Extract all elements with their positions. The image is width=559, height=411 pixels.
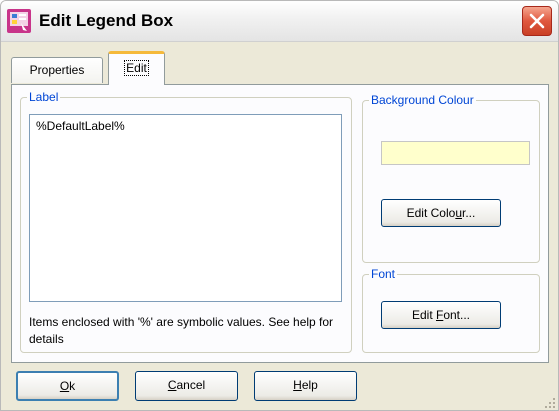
tab-properties[interactable]: Properties xyxy=(11,57,103,83)
edit-font-label-prefix: Edit xyxy=(411,308,436,322)
colour-swatch xyxy=(381,141,530,165)
font-group: Font Edit Font... xyxy=(362,267,540,353)
label-hint-text: Items enclosed with '%' are symbolic val… xyxy=(29,315,334,346)
tab-edit[interactable]: Edit xyxy=(108,51,165,85)
cancel-label-rest: ancel xyxy=(176,378,206,392)
help-label-rest: elp xyxy=(301,378,318,392)
edit-colour-button[interactable]: Edit Colour... xyxy=(381,199,501,227)
label-group-title: Label xyxy=(27,90,61,104)
background-colour-title: Background Colour xyxy=(369,93,476,107)
ok-button[interactable]: Ok xyxy=(16,371,119,401)
title-bar[interactable]: Edit Legend Box xyxy=(1,1,558,42)
help-button[interactable]: Help xyxy=(254,371,357,401)
legend-app-icon xyxy=(7,9,31,33)
edit-colour-accel: u xyxy=(455,206,463,220)
window-title: Edit Legend Box xyxy=(39,11,174,30)
background-colour-group: Background Colour Edit Colour... xyxy=(362,93,540,263)
ok-label-rest: k xyxy=(69,379,76,393)
tab-edit-label: Edit xyxy=(124,60,149,76)
label-group: Label %DefaultLabel% Items enclosed with… xyxy=(20,90,352,353)
dialog-window: Edit Legend Box Properties Edit Label %D… xyxy=(0,0,559,411)
ok-accel: O xyxy=(59,379,70,393)
edit-font-button[interactable]: Edit Font... xyxy=(381,301,501,329)
button-bar: Ok Cancel Help xyxy=(1,365,558,410)
close-icon xyxy=(529,13,545,29)
help-accel: H xyxy=(293,378,302,392)
cancel-button[interactable]: Cancel xyxy=(135,371,238,401)
edit-font-label-suffix: ont... xyxy=(443,308,471,322)
edit-colour-label-suffix: r... xyxy=(462,206,476,220)
edit-colour-label-prefix: Edit Colo xyxy=(406,206,456,220)
label-textarea[interactable]: %DefaultLabel% xyxy=(29,114,342,302)
font-group-title: Font xyxy=(369,267,398,281)
tab-page-edit: Label %DefaultLabel% Items enclosed with… xyxy=(11,84,549,363)
close-button[interactable] xyxy=(522,6,552,36)
resize-grip-icon[interactable] xyxy=(544,397,556,409)
